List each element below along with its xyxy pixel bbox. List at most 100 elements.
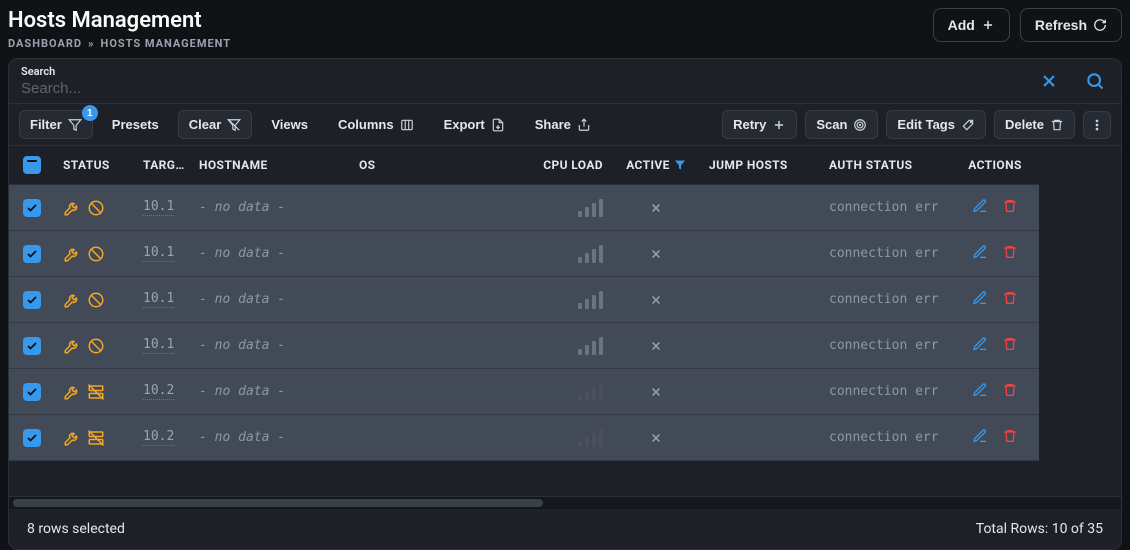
col-active-label: ACTIVE: [626, 158, 670, 172]
col-os[interactable]: OS: [351, 146, 531, 185]
delete-label: Delete: [1005, 117, 1044, 132]
plus-icon: [772, 118, 786, 132]
delete-row-button[interactable]: [1002, 244, 1018, 264]
target-ip[interactable]: 10.2: [143, 429, 174, 446]
jump-hosts-value: [701, 231, 821, 277]
export-icon: [491, 118, 505, 132]
filter-label: Filter: [30, 117, 62, 132]
more-actions-button[interactable]: [1083, 111, 1111, 139]
active-value: [611, 231, 701, 277]
col-cpu[interactable]: CPU LOAD: [531, 146, 611, 185]
edit-row-button[interactable]: [972, 428, 988, 448]
col-auth[interactable]: AUTH STATUS: [821, 146, 951, 185]
rows-selected: 8 rows selected: [27, 521, 125, 537]
row-checkbox[interactable]: [23, 429, 41, 447]
auth-status-value: connection err: [829, 338, 939, 353]
status-icons: [63, 429, 105, 447]
filter-button[interactable]: Filter 1: [19, 110, 93, 139]
jump-hosts-value: [701, 185, 821, 231]
edit-tags-label: Edit Tags: [897, 117, 955, 132]
delete-row-button[interactable]: [1002, 290, 1018, 310]
jump-hosts-value: [701, 415, 821, 461]
edit-row-button[interactable]: [972, 244, 988, 264]
share-button[interactable]: Share: [524, 110, 602, 139]
edit-row-button[interactable]: [972, 382, 988, 402]
share-label: Share: [535, 117, 571, 132]
row-checkbox[interactable]: [23, 383, 41, 401]
row-checkbox[interactable]: [23, 199, 41, 217]
clear-button[interactable]: Clear: [178, 110, 253, 139]
row-checkbox[interactable]: [23, 245, 41, 263]
col-hostname[interactable]: HOSTNAME: [191, 146, 351, 185]
funnel-clear-icon: [227, 118, 241, 132]
add-button[interactable]: Add: [933, 8, 1010, 42]
col-active[interactable]: ACTIVE: [611, 146, 701, 185]
views-button[interactable]: Views: [260, 110, 319, 139]
target-ip[interactable]: 10.1: [143, 245, 174, 262]
col-status[interactable]: STATUS: [55, 146, 135, 185]
delete-row-button[interactable]: [1002, 198, 1018, 218]
refresh-button[interactable]: Refresh: [1020, 8, 1122, 42]
export-button[interactable]: Export: [433, 110, 516, 139]
edit-row-button[interactable]: [972, 290, 988, 310]
presets-button[interactable]: Presets: [101, 110, 170, 139]
cpu-load-bars: [578, 245, 603, 263]
target-ip[interactable]: 10.1: [143, 199, 174, 216]
refresh-button-label: Refresh: [1035, 17, 1087, 33]
breadcrumb-current: HOSTS MANAGEMENT: [101, 37, 232, 50]
edit-row-button[interactable]: [972, 198, 988, 218]
hosts-table: STATUS TARG… HOSTNAME OS CPU LOAD ACTIVE…: [9, 145, 1121, 497]
share-icon: [577, 118, 591, 132]
delete-button[interactable]: Delete: [994, 110, 1075, 139]
columns-icon: [400, 118, 414, 132]
row-checkbox[interactable]: [23, 291, 41, 309]
search-input[interactable]: [21, 80, 1035, 97]
delete-row-button[interactable]: [1002, 382, 1018, 402]
status-icons: [63, 245, 105, 263]
status-icons: [63, 337, 105, 355]
active-value: [611, 277, 701, 323]
breadcrumb-sep: »: [88, 37, 95, 50]
tag-icon: [961, 118, 975, 132]
status-icons: [63, 383, 105, 401]
filter-badge: 1: [82, 105, 98, 121]
page-title: Hosts Management: [8, 8, 231, 33]
jump-hosts-value: [701, 277, 821, 323]
columns-button[interactable]: Columns: [327, 110, 425, 139]
os-value: [351, 277, 531, 323]
clear-search-button[interactable]: [1035, 67, 1063, 95]
jump-hosts-value: [701, 369, 821, 415]
edit-row-button[interactable]: [972, 336, 988, 356]
target-ip[interactable]: 10.1: [143, 337, 174, 354]
funnel-icon: [68, 118, 82, 132]
delete-row-button[interactable]: [1002, 428, 1018, 448]
active-value: [611, 415, 701, 461]
edit-tags-button[interactable]: Edit Tags: [886, 110, 986, 139]
cpu-load-bars: [578, 383, 603, 401]
retry-button[interactable]: Retry: [722, 110, 797, 139]
row-checkbox[interactable]: [23, 337, 41, 355]
delete-row-button[interactable]: [1002, 336, 1018, 356]
cpu-load-bars: [578, 429, 603, 447]
select-all-checkbox[interactable]: [23, 156, 41, 174]
target-ip[interactable]: 10.2: [143, 383, 174, 400]
search-label: Search: [21, 65, 1035, 78]
horizontal-scrollbar[interactable]: [9, 497, 1121, 509]
scan-button[interactable]: Scan: [805, 110, 878, 139]
auth-status-value: connection err: [829, 200, 939, 215]
col-jump[interactable]: JUMP HOSTS: [701, 146, 821, 185]
col-actions: ACTIONS: [951, 146, 1039, 185]
col-target[interactable]: TARG…: [135, 146, 191, 185]
search-button[interactable]: [1081, 67, 1109, 95]
status-icons: [63, 199, 105, 217]
active-value: [611, 369, 701, 415]
os-value: [351, 231, 531, 277]
breadcrumb-dashboard[interactable]: DASHBOARD: [8, 37, 82, 50]
hostname-value: - no data -: [199, 338, 285, 353]
hostname-value: - no data -: [199, 384, 285, 399]
hostname-value: - no data -: [199, 246, 285, 261]
auth-status-value: connection err: [829, 384, 939, 399]
hosts-panel: Search Filter 1 Presets: [8, 58, 1122, 550]
retry-label: Retry: [733, 117, 766, 132]
target-ip[interactable]: 10.1: [143, 291, 174, 308]
